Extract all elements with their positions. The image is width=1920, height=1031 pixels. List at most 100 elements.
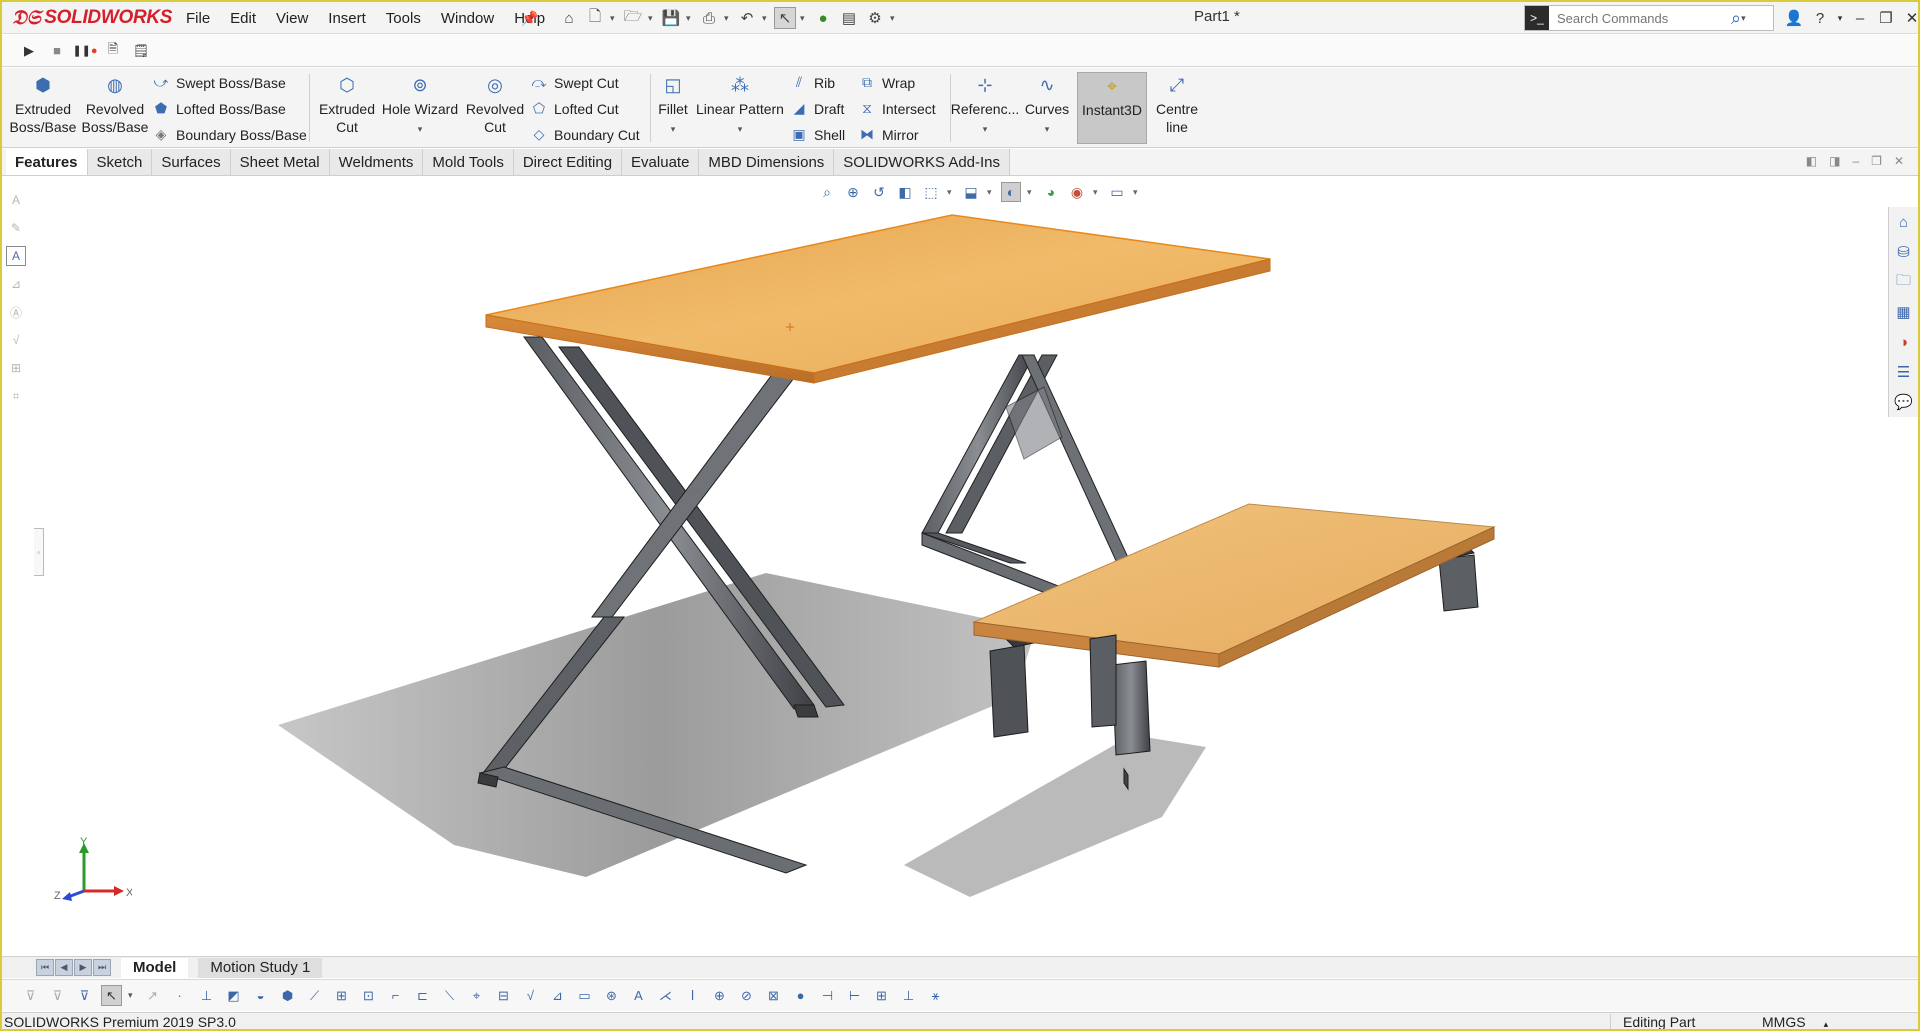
cosmetic-thread-icon[interactable]: ⌗: [6, 386, 26, 406]
filter-blocks-icon[interactable]: ⊠: [763, 985, 784, 1006]
tab-motion-study[interactable]: Motion Study 1: [198, 957, 323, 978]
filter-lights-icon[interactable]: ⚹: [925, 985, 946, 1006]
doc-minimize-icon[interactable]: –: [1852, 154, 1859, 168]
next-tab-icon[interactable]: ▶: [74, 959, 92, 976]
geometric-tolerance-icon[interactable]: ⊞: [6, 358, 26, 378]
close-icon[interactable]: ✕: [1902, 9, 1918, 27]
chevron-down-icon[interactable]: ▾: [1045, 124, 1050, 134]
filter-geometric-tolerance-icon[interactable]: ⊿: [547, 985, 568, 1006]
user-account-icon[interactable]: 👤: [1784, 9, 1804, 27]
open-folder-icon[interactable]: 🗁: [622, 7, 644, 29]
home-icon[interactable]: ⌂: [558, 7, 580, 29]
filter-sketch-segments-icon[interactable]: ⌐: [385, 985, 406, 1006]
swept-cut-button[interactable]: ⤼ Swept Cut: [530, 71, 640, 94]
model-scene[interactable]: [34, 177, 1888, 955]
help-icon[interactable]: ?: [1810, 10, 1830, 27]
dynamic-annotation-icon[interactable]: ⬚: [921, 182, 941, 202]
chevron-down-icon[interactable]: ▾: [724, 13, 732, 24]
chevron-down-icon[interactable]: ▾: [1133, 187, 1141, 198]
menu-file[interactable]: File: [176, 10, 220, 27]
chevron-down-icon[interactable]: ▾: [610, 13, 618, 24]
intersect-button[interactable]: ⧖ Intersect: [858, 97, 936, 120]
last-tab-icon[interactable]: ⏭: [93, 959, 111, 976]
wrap-button[interactable]: ⧉ Wrap: [858, 71, 936, 94]
zoom-to-fit-icon[interactable]: ⌕: [817, 182, 837, 202]
filter-centerline-icon[interactable]: ⟍: [439, 985, 460, 1006]
previous-view-icon[interactable]: ↺: [869, 182, 889, 202]
zoom-to-area-icon[interactable]: ⊕: [843, 182, 863, 202]
reference-geometry-button[interactable]: ⊹ Referenc... ▾: [951, 72, 1019, 144]
instant3d-button[interactable]: ⌖ Instant3D: [1077, 72, 1147, 144]
filter-faces-icon[interactable]: ◩: [223, 985, 244, 1006]
tab-model[interactable]: Model: [121, 957, 189, 978]
boundary-cut-button[interactable]: ◇ Boundary Cut: [530, 123, 640, 146]
menu-window[interactable]: Window: [431, 10, 504, 27]
tab-sketch[interactable]: Sketch: [87, 149, 153, 175]
menu-edit[interactable]: Edit: [220, 10, 266, 27]
tab-mold-tools[interactable]: Mold Tools: [423, 149, 514, 175]
save-icon[interactable]: 💾: [660, 7, 682, 29]
revolved-boss-button[interactable]: ◍ Revolved Boss/Base: [82, 72, 149, 144]
custom-properties-icon[interactable]: ☰: [1892, 361, 1916, 383]
stop-macro-icon[interactable]: ■: [46, 40, 68, 62]
rebuild-traffic-light-icon[interactable]: ●: [812, 7, 834, 29]
filter-surface-finish-icon[interactable]: √: [520, 985, 541, 1006]
chevron-down-icon[interactable]: ▾: [671, 124, 676, 134]
fillet-button[interactable]: ◱ Fillet ▾: [654, 72, 692, 144]
file-explorer-icon[interactable]: 🗀: [1892, 271, 1916, 293]
view-palette-icon[interactable]: ▦: [1892, 301, 1916, 323]
filter-selection-icon[interactable]: ⊽: [74, 985, 95, 1006]
select-other-icon[interactable]: ↗: [142, 985, 163, 1006]
chevron-down-icon[interactable]: ▾: [686, 13, 694, 24]
options-gear-icon[interactable]: ⚙: [864, 7, 886, 29]
solidworks-logo[interactable]: 𝔇𝔖 SOLIDWORKS: [12, 5, 172, 31]
chevron-down-icon[interactable]: ▾: [1027, 187, 1035, 198]
chevron-down-icon[interactable]: ▾: [947, 187, 955, 198]
mirror-button[interactable]: ⧓ Mirror: [858, 123, 936, 146]
lofted-cut-button[interactable]: ⬠ Lofted Cut: [530, 97, 640, 120]
search-input[interactable]: [1549, 10, 1729, 26]
view-orientation-icon[interactable]: ⬓: [961, 182, 981, 202]
filter-vertices-icon[interactable]: ·: [169, 985, 190, 1006]
revolved-cut-button[interactable]: ◎ Revolved Cut: [462, 72, 528, 144]
filter-planes-icon[interactable]: ⊞: [331, 985, 352, 1006]
pin-menu-icon[interactable]: 📌: [521, 10, 538, 26]
shell-button[interactable]: ▣ Shell: [790, 123, 845, 146]
filter-centermarks-icon[interactable]: ⊥: [898, 985, 919, 1006]
first-tab-icon[interactable]: ⏮: [36, 959, 54, 976]
edit-macro-icon[interactable]: 🗒: [130, 40, 152, 62]
tab-direct-editing[interactable]: Direct Editing: [513, 149, 623, 175]
doc-restore-icon[interactable]: ❐: [1871, 154, 1882, 168]
filter-connection-points-icon[interactable]: ⊣: [817, 985, 838, 1006]
tile-left-icon[interactable]: ◧: [1806, 154, 1817, 168]
chevron-down-icon[interactable]: ▾: [1741, 13, 1749, 24]
filter-hole-callouts-icon[interactable]: ⊞: [871, 985, 892, 1006]
rib-button[interactable]: ⫽ Rib: [790, 71, 845, 94]
search-commands-box[interactable]: >_ ⌕ ▾: [1524, 5, 1774, 31]
tab-mbd-dimensions[interactable]: MBD Dimensions: [699, 149, 835, 175]
search-icon[interactable]: ⌕: [1731, 8, 1741, 29]
hole-wizard-button[interactable]: ⊚ Hole Wizard ▾: [380, 72, 460, 144]
filter-midpoints-icon[interactable]: ⊏: [412, 985, 433, 1006]
tab-sheet-metal[interactable]: Sheet Metal: [230, 149, 330, 175]
filter-origins-icon[interactable]: ⌖: [466, 985, 487, 1006]
filter-surfaces-icon[interactable]: ◒: [250, 985, 271, 1006]
tab-evaluate[interactable]: Evaluate: [622, 149, 700, 175]
filter-route-points-icon[interactable]: ⊢: [844, 985, 865, 1006]
filter-points-icon[interactable]: ⊡: [358, 985, 379, 1006]
boundary-boss-button[interactable]: ◈ Boundary Boss/Base: [152, 123, 307, 146]
filter-balloons-icon[interactable]: ⊛: [601, 985, 622, 1006]
doc-close-icon[interactable]: ✕: [1894, 154, 1904, 168]
menu-insert[interactable]: Insert: [318, 10, 376, 27]
filter-text-icon[interactable]: A: [628, 985, 649, 1006]
chevron-down-icon[interactable]: ▾: [983, 124, 988, 134]
filter-datums-icon[interactable]: ⅼ: [682, 985, 703, 1006]
undo-icon[interactable]: ↶: [736, 7, 758, 29]
curves-button[interactable]: ∿ Curves ▾: [1022, 72, 1072, 144]
draft-button[interactable]: ◢ Draft: [790, 97, 845, 120]
view-settings-icon[interactable]: ▭: [1107, 182, 1127, 202]
print-icon[interactable]: ⎙: [698, 7, 720, 29]
filter-cosmetic-thread-icon[interactable]: ⊘: [736, 985, 757, 1006]
chevron-down-icon[interactable]: ▾: [418, 124, 423, 134]
restore-icon[interactable]: ❐: [1876, 9, 1896, 27]
